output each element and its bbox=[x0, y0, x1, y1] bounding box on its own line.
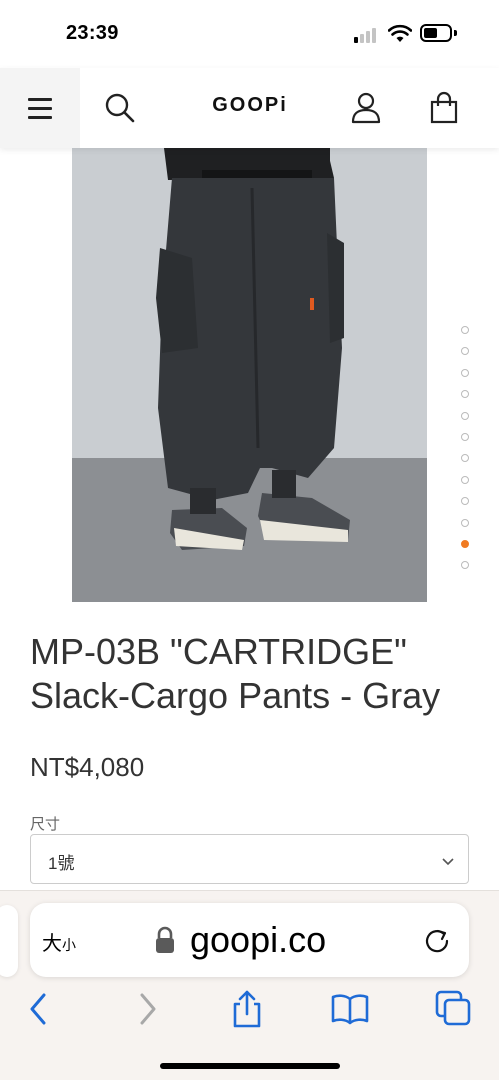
carousel-dot[interactable] bbox=[461, 390, 469, 399]
carousel-dot[interactable] bbox=[461, 518, 469, 527]
carousel-dot[interactable] bbox=[461, 368, 469, 377]
product-title-line-1: MP-03B "CARTRIDGE" bbox=[30, 631, 407, 672]
battery-cap bbox=[454, 30, 457, 36]
back-icon[interactable] bbox=[20, 989, 60, 1029]
wifi-icon bbox=[388, 24, 412, 42]
reader-text-size-button[interactable]: 大小 bbox=[42, 927, 76, 956]
carousel-dot[interactable] bbox=[461, 539, 469, 548]
product-title: MP-03B "CARTRIDGE" Slack-Cargo Pants - G… bbox=[30, 630, 480, 718]
size-selected-value: 1號 bbox=[48, 854, 75, 873]
share-icon[interactable] bbox=[227, 989, 267, 1029]
search-icon[interactable] bbox=[102, 90, 138, 126]
forward-icon[interactable] bbox=[126, 989, 166, 1029]
carousel-dot[interactable] bbox=[461, 561, 469, 570]
site-logo[interactable]: GOOPi bbox=[190, 94, 310, 117]
product-title-line-2: Slack-Cargo Pants - Gray bbox=[30, 675, 441, 716]
product-photo bbox=[72, 148, 427, 602]
menu-button[interactable] bbox=[0, 68, 80, 148]
carousel-dot[interactable] bbox=[461, 475, 469, 484]
status-bar: 23:39 bbox=[0, 0, 499, 68]
site-header: GOOPi bbox=[0, 68, 499, 148]
size-select[interactable]: 1號 bbox=[30, 834, 469, 884]
tabs-icon[interactable] bbox=[434, 989, 474, 1029]
image-carousel-dots bbox=[461, 326, 469, 583]
carousel-dot[interactable] bbox=[461, 432, 469, 441]
reload-icon[interactable] bbox=[422, 925, 452, 955]
bookmarks-icon[interactable] bbox=[330, 989, 370, 1029]
chevron-down-icon bbox=[442, 858, 454, 866]
carousel-dot[interactable] bbox=[461, 411, 469, 420]
browser-bottom-bar: 大小 goopi.co bbox=[0, 890, 499, 1080]
cellular-signal-icon bbox=[354, 27, 380, 43]
product-price: NT$4,080 bbox=[30, 752, 145, 782]
lock-icon bbox=[156, 926, 174, 953]
status-time: 23:39 bbox=[66, 22, 119, 44]
carousel-dot[interactable] bbox=[461, 326, 469, 334]
product-image[interactable] bbox=[72, 148, 427, 602]
cart-icon[interactable] bbox=[426, 90, 462, 126]
home-indicator bbox=[160, 1063, 340, 1069]
size-label: 尺寸 bbox=[30, 816, 61, 833]
carousel-dot[interactable] bbox=[461, 454, 469, 463]
address-bar[interactable]: 大小 goopi.co bbox=[30, 903, 469, 977]
previous-tab-preview[interactable] bbox=[0, 905, 18, 977]
carousel-dot[interactable] bbox=[461, 347, 469, 356]
account-icon[interactable] bbox=[348, 90, 384, 126]
carousel-dot[interactable] bbox=[461, 497, 469, 506]
menu-icon bbox=[28, 98, 52, 101]
url-text: goopi.co bbox=[190, 919, 327, 960]
battery-icon bbox=[420, 24, 452, 42]
